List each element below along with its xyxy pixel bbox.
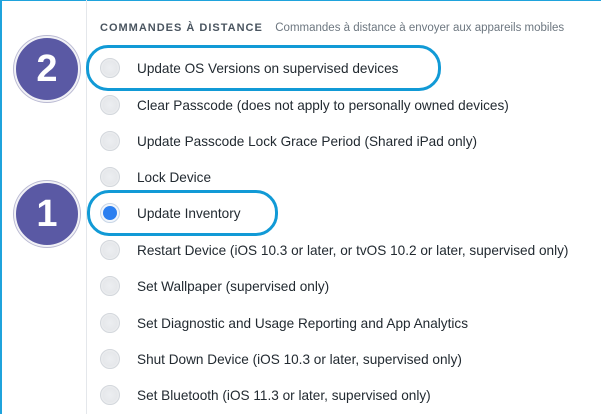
option-label: Clear Passcode (does not apply to person… [137,97,509,113]
radio-button[interactable] [100,349,120,369]
column-divider [86,0,87,414]
option-label: Set Wallpaper (supervised only) [137,278,330,294]
option-label: Restart Device (iOS 10.3 or later, or tv… [137,242,569,258]
radio-button[interactable] [100,131,120,151]
option-label: Set Bluetooth (iOS 11.3 or later, superv… [137,387,431,403]
option-set-wallpaper[interactable]: Set Wallpaper (supervised only) [100,271,329,301]
option-label: Update Inventory [137,205,241,221]
callout-badge-2: 2 [14,36,80,102]
option-update-inventory[interactable]: Update Inventory [100,198,241,228]
radio-button[interactable] [100,240,120,260]
radio-button[interactable] [100,276,120,296]
option-label: Shut Down Device (iOS 10.3 or later, sup… [137,351,462,367]
option-label: Lock Device [137,169,212,185]
option-clear-passcode[interactable]: Clear Passcode (does not apply to person… [100,90,509,120]
radio-button[interactable] [100,167,120,187]
radio-button[interactable] [100,313,120,333]
section-header: COMMANDES À DISTANCE Commandes à distanc… [100,18,595,36]
option-label: Set Diagnostic and Usage Reporting and A… [137,315,468,331]
section-title: COMMANDES À DISTANCE [100,22,263,34]
radio-button[interactable] [100,58,120,78]
radio-button[interactable] [100,385,120,405]
option-label: Update Passcode Lock Grace Period (Share… [137,133,478,149]
option-set-bluetooth[interactable]: Set Bluetooth (iOS 11.3 or later, superv… [100,380,431,410]
option-restart-device[interactable]: Restart Device (iOS 10.3 or later, or tv… [100,235,568,265]
radio-button-selected[interactable] [100,203,120,223]
callout-badge-1: 1 [14,181,80,247]
option-update-passcode-grace[interactable]: Update Passcode Lock Grace Period (Share… [100,126,477,156]
radio-button[interactable] [100,95,120,115]
option-lock-device[interactable]: Lock Device [100,162,211,192]
option-set-diagnostic-reporting[interactable]: Set Diagnostic and Usage Reporting and A… [100,308,468,338]
option-label: Update OS Versions on supervised devices [137,60,399,76]
section-description: Commandes à distance à envoyer aux appar… [275,22,565,34]
option-shut-down-device[interactable]: Shut Down Device (iOS 10.3 or later, sup… [100,344,462,374]
option-update-os-versions[interactable]: Update OS Versions on supervised devices [100,53,398,83]
